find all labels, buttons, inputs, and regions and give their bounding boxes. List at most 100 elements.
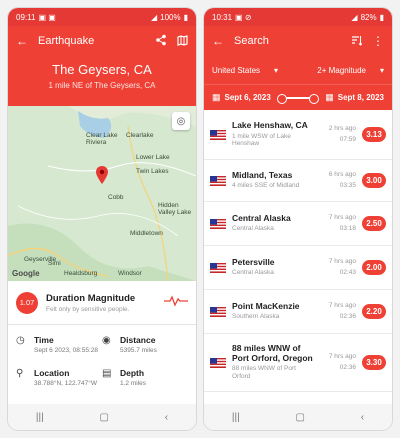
battery-level: 82% — [360, 12, 377, 22]
map-label: Clear Lake Riviera — [86, 132, 118, 146]
depth-detail: ▤ Depth 1.2 miles — [102, 368, 188, 387]
list-item[interactable]: Midland, Texas 4 miles SSE of Midland 6 … — [204, 160, 392, 202]
magnitude-badge: 2.20 — [362, 304, 386, 319]
depth-label: Depth — [120, 368, 145, 378]
item-time: 7 hrs ago 02:36 — [320, 352, 356, 373]
magnitude-description: Felt only by sensitive people. — [46, 305, 130, 313]
item-clock: 02:36 — [339, 363, 356, 371]
magnitude-badge: 3.13 — [362, 127, 386, 142]
item-clock: 03:18 — [339, 224, 356, 232]
list-item[interactable]: Petersville Central Alaska 7 hrs ago 02:4… — [204, 246, 392, 290]
earthquake-list: Lake Henshaw, CA 1 mile WSW of Lake Hens… — [204, 110, 392, 392]
list-item[interactable]: Lake Henshaw, CA 1 mile WSW of Lake Hens… — [204, 110, 392, 160]
country-selected: United States — [212, 65, 261, 75]
map-icon[interactable] — [177, 34, 188, 48]
end-date[interactable]: ▦ Sept 8, 2023 — [325, 92, 384, 103]
recents-icon[interactable]: ||| — [232, 412, 240, 423]
us-flag-icon — [210, 175, 226, 186]
google-logo: Google — [12, 269, 40, 278]
item-ago: 7 hrs ago — [328, 214, 356, 222]
item-title: Midland, Texas — [232, 169, 293, 180]
battery-icon: ▮ — [379, 12, 384, 22]
notification-icon: ▣ ⊘ — [235, 12, 252, 22]
end-date-text: Sept 8, 2023 — [337, 93, 384, 102]
recents-icon[interactable]: ||| — [36, 412, 44, 423]
item-ago: 7 hrs ago — [328, 258, 356, 266]
item-subtitle: Central Alaska — [232, 225, 274, 233]
us-flag-icon — [210, 306, 226, 317]
map-label: Twin Lakes — [136, 168, 169, 175]
item-title: 88 miles WNW of Port Orford, Oregon — [232, 342, 313, 363]
map-label: Windsor — [118, 270, 142, 277]
earthquake-detail-screen: 09:11 ▣ ▣ ◢ 100% ▮ ← Earthquake The Geys… — [8, 8, 196, 430]
list-item[interactable]: 88 miles WNW of Port Orford, Oregon 88 m… — [204, 334, 392, 392]
item-title: Central Alaska — [232, 212, 291, 223]
app-bar: ← Search ⋮ — [204, 26, 392, 56]
magnitude-dropdown[interactable]: 2+ Magnitude ▾ — [317, 66, 384, 75]
magnitude-badge: 2.50 — [362, 216, 386, 231]
back-icon[interactable]: ‹ — [361, 412, 364, 423]
magnitude-badge: 3.30 — [362, 355, 386, 370]
item-ago: 6 hrs ago — [328, 171, 356, 179]
item-ago: 7 hrs ago — [328, 302, 356, 310]
date-range: ▦ Sept 6, 2023 ▦ Sept 8, 2023 — [204, 84, 392, 110]
notification-icon: ▣ ▣ — [38, 12, 56, 22]
my-location-icon[interactable]: ◎ — [172, 112, 190, 130]
distance-value: 5395.7 miles — [120, 347, 157, 354]
item-title: Point MacKenzie — [232, 300, 300, 311]
details-grid: ◷ Time Sept 6 2023, 08:55:28 ◉ Distance … — [8, 325, 196, 387]
status-time: 09:11 — [16, 12, 36, 22]
app-bar-title: Earthquake — [38, 35, 95, 47]
item-subtitle: 4 miles SSE of Midland — [232, 182, 300, 190]
system-nav-bar: ||| ▢ ‹ — [8, 404, 196, 430]
calendar-icon: ▦ — [325, 92, 334, 102]
depth-value: 1.2 miles — [120, 380, 147, 387]
calendar-icon: ▦ — [212, 92, 221, 102]
distance-detail: ◉ Distance 5395.7 miles — [102, 335, 188, 354]
system-nav-bar: ||| ▢ ‹ — [204, 404, 392, 430]
start-date[interactable]: ▦ Sept 6, 2023 — [212, 92, 271, 103]
home-icon[interactable]: ▢ — [295, 412, 304, 423]
start-date-text: Sept 6, 2023 — [224, 93, 271, 102]
magnitude-badge: 1.07 — [16, 291, 38, 314]
list-item[interactable]: Central Alaska Central Alaska 7 hrs ago 0… — [204, 202, 392, 246]
item-subtitle: 88 miles WNW of Port Orford — [232, 365, 296, 381]
item-clock: 02:36 — [339, 312, 356, 320]
time-value: Sept 6 2023, 08:55:28 — [34, 347, 98, 354]
item-clock: 03:35 — [339, 181, 356, 189]
map-label: Lower Lake — [136, 154, 170, 161]
back-arrow-icon[interactable]: ← — [16, 35, 28, 47]
item-time: 6 hrs ago 03:35 — [320, 170, 356, 191]
item-ago: 2 hrs ago — [328, 125, 356, 133]
filter-icon[interactable] — [351, 35, 363, 48]
item-time: 2 hrs ago 07:59 — [320, 124, 356, 145]
status-bar: 09:11 ▣ ▣ ◢ 100% ▮ — [8, 8, 196, 26]
item-subtitle: Southern Alaska — [232, 313, 280, 321]
filter-bar: United States ▾ 2+ Magnitude ▾ — [204, 56, 392, 84]
back-arrow-icon[interactable]: ← — [212, 35, 224, 47]
country-dropdown[interactable]: United States ▾ — [212, 66, 278, 75]
signal-icon: ◢ — [351, 12, 358, 22]
magnitude-row: 1.07 Duration Magnitude Felt only by sen… — [8, 281, 196, 325]
location-header: The Geysers, CA 1 mile NE of The Geysers… — [8, 56, 196, 106]
back-icon[interactable]: ‹ — [165, 412, 168, 423]
location-name: The Geysers, CA — [52, 62, 152, 77]
chevron-down-icon: ▾ — [274, 65, 279, 75]
date-range-slider[interactable] — [276, 93, 320, 104]
magnitude-badge: 3.00 — [362, 173, 386, 188]
status-time: 10:31 — [212, 12, 233, 22]
item-subtitle: 1 mile WSW of Lake Henshaw — [232, 132, 291, 148]
item-time: 7 hrs ago 03:18 — [320, 213, 356, 234]
home-icon[interactable]: ▢ — [99, 412, 108, 423]
item-clock: 07:59 — [339, 135, 356, 143]
map-view[interactable]: Clear Lake Riviera Clearlake Lower Lake T… — [8, 106, 196, 281]
share-icon[interactable] — [155, 34, 167, 48]
map-label: Hidden Valley Lake — [158, 202, 192, 216]
item-clock: 02:43 — [339, 268, 356, 276]
location-pin-icon: ⚲ — [16, 368, 24, 379]
map-label: Clearlake — [126, 132, 154, 139]
more-icon[interactable]: ⋮ — [372, 35, 384, 47]
clock-icon: ◷ — [16, 335, 25, 346]
list-item[interactable]: Point MacKenzie Southern Alaska 7 hrs ag… — [204, 290, 392, 334]
map-label: Simi — [48, 260, 61, 267]
